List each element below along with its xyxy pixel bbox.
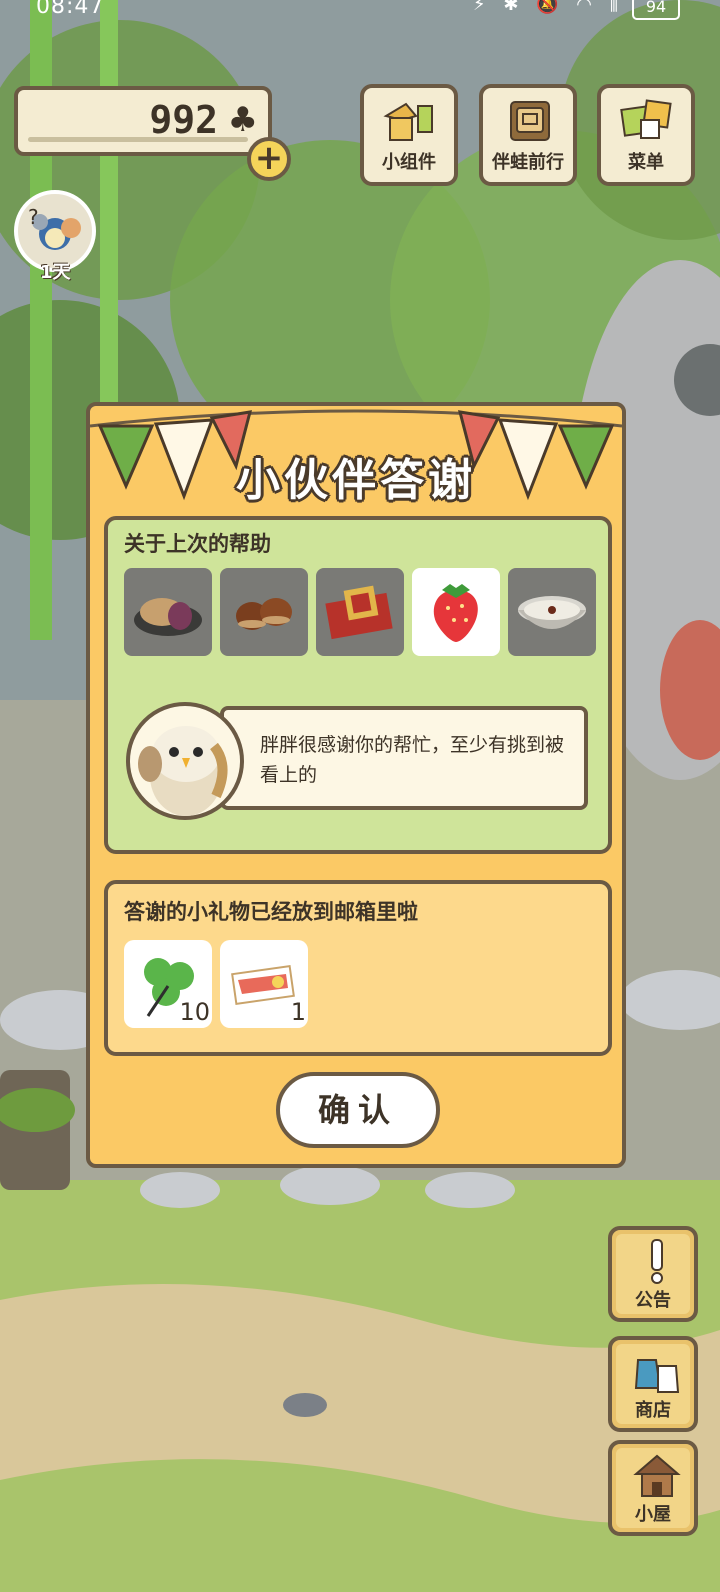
- strawberry-icon: [433, 584, 478, 642]
- speech-bubble: 胖胖很感谢你的帮忙，至少有挑到被看上的: [220, 706, 588, 810]
- notice-label: 公告: [635, 1290, 671, 1311]
- gift-ticket[interactable]: 1: [220, 940, 308, 1028]
- add-clover-button[interactable]: +: [247, 137, 291, 181]
- house-button[interactable]: 小屋: [608, 1440, 698, 1536]
- travel-label: 伴蛙前行: [492, 152, 564, 173]
- owl-portrait: [126, 702, 244, 820]
- bird-avatar-icon: ?: [28, 205, 81, 250]
- widgets-button[interactable]: 小组件: [360, 84, 458, 186]
- gift-panel: 答谢的小礼物已经放到邮箱里啦 10 1: [104, 880, 612, 1056]
- shop-label: 商店: [635, 1400, 671, 1421]
- status-icons: ⚡ ✱ 🔕 ◠ ⫼: [472, 0, 624, 15]
- widgets-label: 小组件: [382, 152, 436, 173]
- status-bar: 08:47 ⚡ ✱ 🔕 ◠ ⫼ 94: [0, 0, 720, 20]
- travel-icon: [510, 101, 550, 141]
- mooncake-icon: [134, 598, 202, 636]
- clover-counter: 992 ♣: [14, 86, 272, 156]
- item-slot-strawberry[interactable]: [412, 568, 500, 656]
- menu-label: 菜单: [628, 152, 664, 173]
- house-label: 小屋: [635, 1504, 671, 1525]
- help-panel-title: 关于上次的帮助: [124, 532, 271, 556]
- confirm-button[interactable]: 确认: [276, 1072, 440, 1148]
- dialog-title: 小伙伴答谢: [236, 455, 476, 506]
- item-slot-soup-bowl[interactable]: [508, 568, 596, 656]
- battery-icon: 94: [632, 0, 680, 20]
- gift-clover[interactable]: 10: [124, 940, 212, 1028]
- travel-button[interactable]: 伴蛙前行: [479, 84, 577, 186]
- clover-bar: [28, 137, 248, 142]
- item-slot-gift-box[interactable]: [316, 568, 404, 656]
- menu-icon: [620, 99, 672, 139]
- owl-icon: [138, 726, 228, 816]
- clover-count: 992: [149, 98, 218, 142]
- item-slot-mooncake[interactable]: [124, 568, 212, 656]
- widgets-icon: [383, 102, 433, 141]
- thanks-message: 胖胖很感谢你的帮忙，至少有挑到被看上的: [260, 734, 565, 786]
- help-panel: 关于上次的帮助 胖胖很感谢你的帮忙，至少有挑到被看上的: [104, 516, 612, 854]
- exclamation-icon: [651, 1239, 663, 1284]
- gift-clover-count: 10: [179, 998, 210, 1026]
- gift-panel-title: 答谢的小礼物已经放到邮箱里啦: [124, 900, 418, 924]
- shop-button[interactable]: 商店: [608, 1336, 698, 1432]
- game-screen: 08:47 ⚡ ✱ 🔕 ◠ ⫼ 94 992 ♣ + 小组件 伴蛙前行 菜单 ?…: [0, 0, 720, 1592]
- notice-button[interactable]: 公告: [608, 1226, 698, 1322]
- menu-button[interactable]: 菜单: [597, 84, 695, 186]
- house-icon: [633, 1454, 681, 1497]
- gift-ticket-count: 1: [290, 998, 306, 1026]
- shop-bags-icon: [634, 1359, 680, 1393]
- gift-box-icon: [325, 585, 393, 640]
- item-slot-chestnuts[interactable]: [220, 568, 308, 656]
- day-counter: 1天: [40, 262, 71, 283]
- soup-bowl-icon: [518, 596, 586, 629]
- svg-text:?: ?: [28, 205, 39, 229]
- chestnuts-icon: [236, 598, 292, 630]
- thanks-dialog: 小伙伴答谢 关于上次的帮助 胖胖很感谢你的帮忙，至少有挑到被看上的 答谢的小礼物…: [86, 402, 626, 1168]
- status-time: 08:47: [36, 0, 105, 19]
- clover-icon: ♣: [227, 100, 258, 140]
